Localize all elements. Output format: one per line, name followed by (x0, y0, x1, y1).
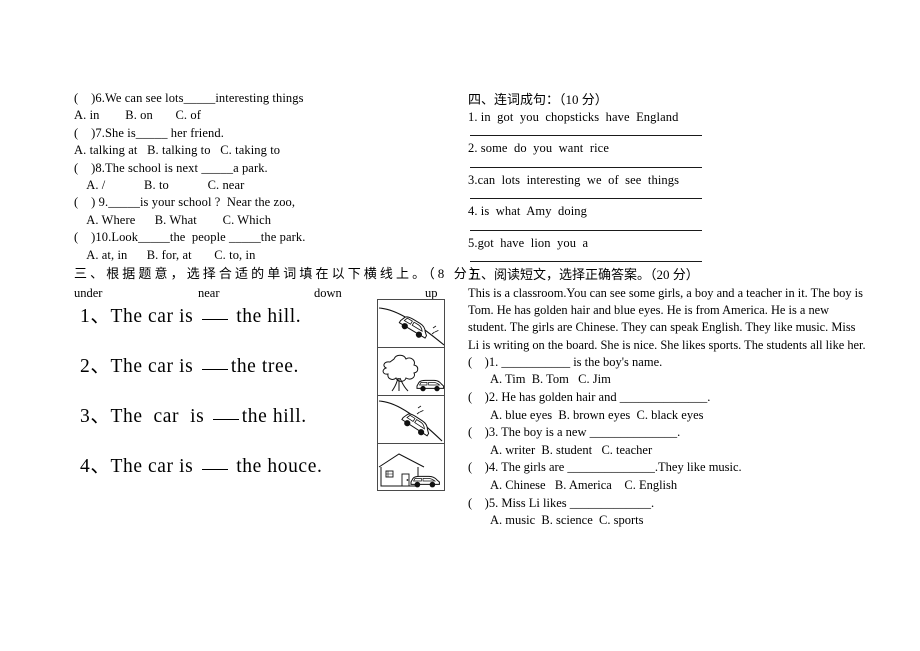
sentence-2-blank[interactable] (201, 369, 228, 370)
sentence-4-blank[interactable] (201, 469, 228, 470)
sentence-3-before: The car is (110, 406, 210, 427)
reading-question-2: ( )2. He has golden hair and ___________… (468, 390, 711, 405)
reading-options-5: A. music B. science C. sports (490, 513, 644, 528)
sentence-1-number: 1、 (80, 306, 111, 327)
mc-question-8: ( )8.The school is next _____a park. (74, 160, 268, 175)
rearrange-item-4: 4. is what Amy doing (468, 204, 587, 219)
mc-options-9: A. Where B. What C. Which (74, 212, 272, 227)
mc-question-10: ( )10.Look_____the people _____the park. (74, 230, 306, 245)
sentence-3-number: 3、 (80, 406, 111, 427)
right-column: 四、连词成句：（10 分） 1. in got you chopsticks h… (468, 90, 866, 530)
word-bank-down: down (314, 286, 342, 301)
word-bank-under: under (74, 286, 103, 301)
reading-question-1: ( )1. ___________ is the boy's name. (468, 354, 663, 369)
answer-line-5[interactable] (470, 261, 702, 263)
picture-car-near-tree (377, 347, 445, 395)
sentence-3-blank[interactable] (212, 419, 239, 420)
car-up-hill-icon (378, 307, 444, 346)
sentence-2-after: the tree. (230, 356, 300, 377)
mc-options-8: A. / B. to C. near (74, 178, 245, 193)
picture-car-near-house (377, 443, 445, 491)
answer-line-2[interactable] (470, 166, 702, 168)
section-five-heading: 五、阅读短文，选择正确答案。（20 分） (468, 267, 699, 283)
sentence-2-number: 2、 (80, 356, 111, 377)
mc-question-7: ( )7.She is_____ her friend. (74, 125, 224, 140)
sentence-4-number: 4、 (80, 456, 111, 477)
mc-question-9: ( ) 9._____is your school ? Near the zoo… (74, 195, 296, 210)
sentence-2-before: The car is (110, 356, 199, 377)
answer-line-1[interactable] (470, 135, 702, 137)
rearrange-item-1: 1. in got you chopsticks have England (468, 110, 679, 124)
passage-line-4: Li is writing on the board. She is nice.… (468, 337, 866, 352)
reading-question-5: ( )5. Miss Li likes _____________. (468, 495, 655, 510)
car-down-hill-icon (378, 400, 443, 442)
sentence-3-after: the hill. (241, 406, 307, 427)
reading-options-3: A. writer B. student C. teacher (490, 442, 653, 457)
section-three-heading: 三、根据题意，选择合适的单词填在以下横线上。（8 分） (74, 266, 486, 282)
word-bank: under near down up (74, 286, 438, 304)
rearrange-item-5: 5.got have lion you a (468, 235, 589, 250)
fill-blank-sentence-2: 2、The car is the tree. (80, 356, 370, 406)
sentence-1-blank[interactable] (201, 319, 228, 320)
reading-options-4: A. Chinese B. America C. English (490, 478, 678, 492)
fill-blank-sentence-1: 1、The car is the hill. (80, 306, 370, 356)
mc-options-7: A. talking at B. talking to C. taking to (74, 143, 281, 158)
sentence-4-after: the houce. (230, 456, 323, 477)
sentence-1-after: the hill. (230, 306, 302, 327)
mc-question-6: ( )6.We can see lots_____interesting thi… (74, 91, 304, 105)
section-four-heading: 四、连词成句：（10 分） (468, 92, 608, 107)
sentence-4-before: The car is (110, 456, 199, 477)
passage-line-1: This is a classroom.You can see some gir… (468, 286, 863, 301)
mc-options-6: A. in B. on C. of (74, 108, 201, 123)
car-near-house-icon (378, 453, 440, 488)
exam-paper-page: ( )6.We can see lots_____interesting thi… (0, 0, 920, 651)
answer-line-4[interactable] (470, 229, 702, 231)
reading-options-2: A. blue eyes B. brown eyes C. black eyes (490, 407, 704, 422)
picture-car-down-hill (377, 395, 445, 443)
car-near-tree-icon (382, 354, 444, 392)
sentence-1-before: The car is (110, 306, 199, 327)
reading-options-1: A. Tim B. Tom C. Jim (490, 372, 611, 387)
reading-question-3: ( )3. The boy is a new ______________. (468, 425, 681, 440)
passage-line-2: Tom. He has golden hair and blue eyes. H… (468, 303, 830, 318)
answer-line-3[interactable] (470, 198, 702, 200)
picture-car-up-hill (377, 299, 445, 347)
mc-options-10: A. at, in B. for, at C. to, in (74, 247, 256, 262)
picture-panel-stack (377, 299, 447, 491)
passage-line-3: student. The girls are Chinese. They can… (468, 320, 856, 335)
rearrange-item-2: 2. some do you want rice (468, 141, 609, 156)
fill-blank-sentence-list: 1、The car is the hill. 2、The car is the … (80, 306, 370, 506)
reading-question-4: ( )4. The girls are ______________.They … (468, 460, 742, 475)
left-column: ( )6.We can see lots_____interesting thi… (74, 90, 486, 304)
word-bank-near: near (198, 286, 220, 301)
fill-blank-sentence-4: 4、The car is the houce. (80, 456, 370, 506)
reading-passage: This is a classroom.You can see some gir… (468, 285, 866, 354)
rearrange-item-3: 3.can lots interesting we of see things (468, 172, 680, 187)
fill-blank-sentence-3: 3、The car is the hill. (80, 406, 370, 456)
